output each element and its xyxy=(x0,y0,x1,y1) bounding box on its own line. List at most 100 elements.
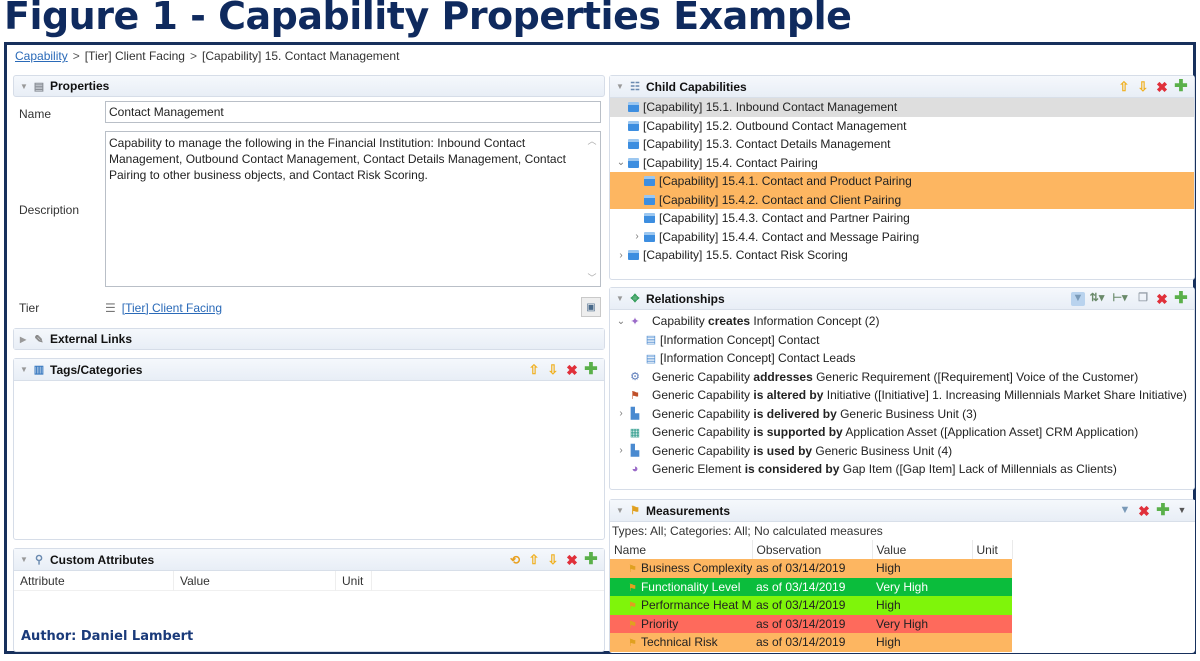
column-header-attribute[interactable]: Attribute xyxy=(14,570,174,591)
add-button[interactable]: ✚ xyxy=(584,361,598,377)
external-links-title: External Links xyxy=(50,332,133,346)
description-field[interactable]: Capability to manage the following in th… xyxy=(105,131,601,287)
select-tier-button[interactable]: ▣ xyxy=(581,297,601,317)
tree-item[interactable]: ⌄ [Capability] 15.4. Contact Pairing xyxy=(610,154,1194,173)
relationship-item[interactable]: ⌄ ✦ Capability creates Information Concept… xyxy=(610,312,1194,331)
measurement-row[interactable]: ⚑ Technical Risk as of 03/14/2019 High xyxy=(610,633,1012,652)
relationship-item[interactable]: ▦ Generic Capability is supported by Appl… xyxy=(610,423,1194,442)
tier-link[interactable]: [Tier] Client Facing xyxy=(122,301,222,315)
measurement-name-cell: ⚑ Technical Risk xyxy=(610,633,752,652)
capability-icon xyxy=(644,194,655,205)
name-field[interactable]: Contact Management xyxy=(105,101,601,123)
breadcrumb-root-link[interactable]: Capability xyxy=(15,49,68,63)
collapse-icon[interactable]: ▼ xyxy=(616,506,628,515)
move-down-button[interactable]: ⇩ xyxy=(546,553,560,567)
collapse-icon[interactable]: ▼ xyxy=(20,365,32,374)
relationship-item[interactable]: ⚙ Generic Capability addresses Generic Re… xyxy=(610,368,1194,387)
tree-item[interactable]: [Capability] 15.4.2. Contact and Client … xyxy=(610,190,1194,209)
collapse-icon[interactable]: ▼ xyxy=(616,294,628,303)
measurement-row[interactable]: ⚑Performance Heat Map as of 03/14/2019 Hig… xyxy=(610,596,1012,615)
delete-button[interactable]: ✖ xyxy=(565,553,579,567)
relationship-item[interactable]: › ▙ Generic Capability is used by Generic … xyxy=(610,442,1194,461)
relationship-item[interactable]: ◕ Generic Element is considered by Gap It… xyxy=(610,460,1194,479)
chevron-right-icon[interactable]: › xyxy=(614,445,628,456)
delete-button[interactable]: ✖ xyxy=(1155,80,1169,94)
capability-icon xyxy=(628,157,639,168)
move-up-button[interactable]: ⇧ xyxy=(527,363,541,377)
tree-item[interactable]: › [Capability] 15.4.4. Contact and Messag… xyxy=(610,228,1194,247)
refresh-button[interactable]: ⟲ xyxy=(508,553,522,567)
move-up-button[interactable]: ⇧ xyxy=(1117,80,1131,94)
measurement-name: Functionality Level xyxy=(640,579,741,594)
view-menu-button[interactable]: ▼ xyxy=(1175,504,1189,518)
tier-label: Tier xyxy=(19,301,40,315)
column-header-unit[interactable]: Unit xyxy=(336,570,372,591)
chevron-right-icon[interactable]: › xyxy=(614,250,628,261)
hierarchy-button[interactable]: ⊢▾ xyxy=(1112,292,1127,306)
collapse-icon[interactable]: ▼ xyxy=(20,555,32,564)
relationship-item[interactable]: ▤ [Information Concept] Contact Leads xyxy=(610,349,1194,368)
column-header-observation[interactable]: Observation xyxy=(752,540,873,559)
sort-button[interactable]: ⇅▾ xyxy=(1090,292,1105,306)
tags-toolbar: ⇧ ⇩ ✖ ✚ xyxy=(527,361,598,377)
flag-icon: ⚑ xyxy=(628,601,637,613)
measurement-row[interactable]: ⚑ Priority as of 03/14/2019 Very High xyxy=(610,614,1012,633)
description-scrollbar[interactable]: ︿ ﹀ xyxy=(586,134,598,284)
add-button[interactable]: ✚ xyxy=(1156,502,1170,518)
relationships-toolbar: ▼ ⇅▾ ⊢▾ ❐ ✖ ✚ xyxy=(1071,290,1188,306)
relationship-item[interactable]: › ▙ Generic Capability is delivered by Gen… xyxy=(610,405,1194,424)
relationships-header[interactable]: ▼ ✥ Relationships ▼ ⇅▾ ⊢▾ ❐ ✖ ✚ xyxy=(610,288,1194,310)
copy-button[interactable]: ❐ xyxy=(1136,292,1150,306)
measurement-row[interactable]: ⚑ Functionality Level as of 03/14/2019 Very… xyxy=(610,577,1012,596)
external-links-header[interactable]: ▶ ✎ External Links xyxy=(14,329,604,349)
column-header-name[interactable]: Name xyxy=(610,540,753,559)
tags-header[interactable]: ▼ ▥ Tags/Categories ⇧ ⇩ ✖ ✚ xyxy=(14,359,604,381)
custom-attributes-header[interactable]: ▼ ⚲ Custom Attributes ⟲ ⇧ ⇩ ✖ ✚ xyxy=(14,549,604,571)
breadcrumb-item[interactable]: [Tier] Client Facing xyxy=(85,49,185,63)
filter-button[interactable]: ▼ xyxy=(1071,291,1085,306)
add-button[interactable]: ✚ xyxy=(1174,290,1188,306)
description-text: Capability to manage the following in th… xyxy=(109,136,566,182)
delete-button[interactable]: ✖ xyxy=(1137,504,1151,518)
tree-item[interactable]: [Capability] 15.1. Inbound Contact Manag… xyxy=(610,98,1194,117)
gap-item-icon: ◕ xyxy=(631,463,639,476)
tree-item-label: [Capability] 15.5. Contact Risk Scoring xyxy=(643,248,848,263)
expand-icon[interactable]: ▶ xyxy=(20,335,32,344)
relationship-object: Generic Business Unit (3) xyxy=(836,406,977,421)
collapse-icon[interactable]: ▼ xyxy=(616,82,628,91)
column-header-unit[interactable]: Unit xyxy=(972,540,1013,559)
properties-title: Properties xyxy=(50,79,110,93)
move-down-button[interactable]: ⇩ xyxy=(546,363,560,377)
column-header-value[interactable]: Value xyxy=(872,540,973,559)
delete-button[interactable]: ✖ xyxy=(565,363,579,377)
delete-button[interactable]: ✖ xyxy=(1155,292,1169,306)
relationship-item[interactable]: ▤ [Information Concept] Contact xyxy=(610,331,1194,350)
collapse-icon[interactable]: ▼ xyxy=(20,82,32,91)
relationship-item[interactable]: ⚑ Generic Capability is altered by Initia… xyxy=(610,386,1194,405)
properties-header[interactable]: ▼ ▤ Properties xyxy=(13,75,605,97)
tree-item[interactable]: › [Capability] 15.5. Contact Risk Scoring xyxy=(610,246,1194,265)
tree-item[interactable]: [Capability] 15.4.3. Contact and Partner… xyxy=(610,209,1194,228)
tree-item[interactable]: [Capability] 15.2. Outbound Contact Mana… xyxy=(610,117,1194,136)
chevron-down-icon[interactable]: ⌄ xyxy=(614,316,628,327)
move-up-button[interactable]: ⇧ xyxy=(527,553,541,567)
tree-item[interactable]: [Capability] 15.3. Contact Details Manag… xyxy=(610,135,1194,154)
measurement-observation: as of 03/14/2019 xyxy=(756,579,846,594)
scroll-up-icon[interactable]: ︿ xyxy=(587,134,596,147)
add-button[interactable]: ✚ xyxy=(584,551,598,567)
chevron-right-icon[interactable]: › xyxy=(630,231,644,242)
filter-button[interactable]: ▼ xyxy=(1118,504,1132,518)
relationship-subject: Generic Capability xyxy=(652,443,754,458)
measurements-header[interactable]: ▼ ⚑ Measurements ▼ ✖ ✚ ▼ xyxy=(610,500,1195,522)
measurement-row[interactable]: ⚑ Business Complexity as of 03/14/2019 High xyxy=(610,559,1012,578)
chevron-right-icon[interactable]: › xyxy=(614,408,628,419)
move-down-button[interactable]: ⇩ xyxy=(1136,80,1150,94)
relationship-verb: is delivered by xyxy=(753,406,837,421)
column-header-value[interactable]: Value xyxy=(174,570,336,591)
chevron-down-icon[interactable]: ⌄ xyxy=(614,157,628,168)
scroll-down-icon[interactable]: ﹀ xyxy=(587,271,596,284)
tree-item[interactable]: [Capability] 15.4.1. Contact and Product… xyxy=(610,172,1194,191)
add-button[interactable]: ✚ xyxy=(1174,78,1188,94)
child-capabilities-header[interactable]: ▼ ☷ Child Capabilities ⇧ ⇩ ✖ ✚ xyxy=(610,76,1194,98)
relationship-text: Generic Capability is altered by Initiat… xyxy=(652,388,1187,402)
